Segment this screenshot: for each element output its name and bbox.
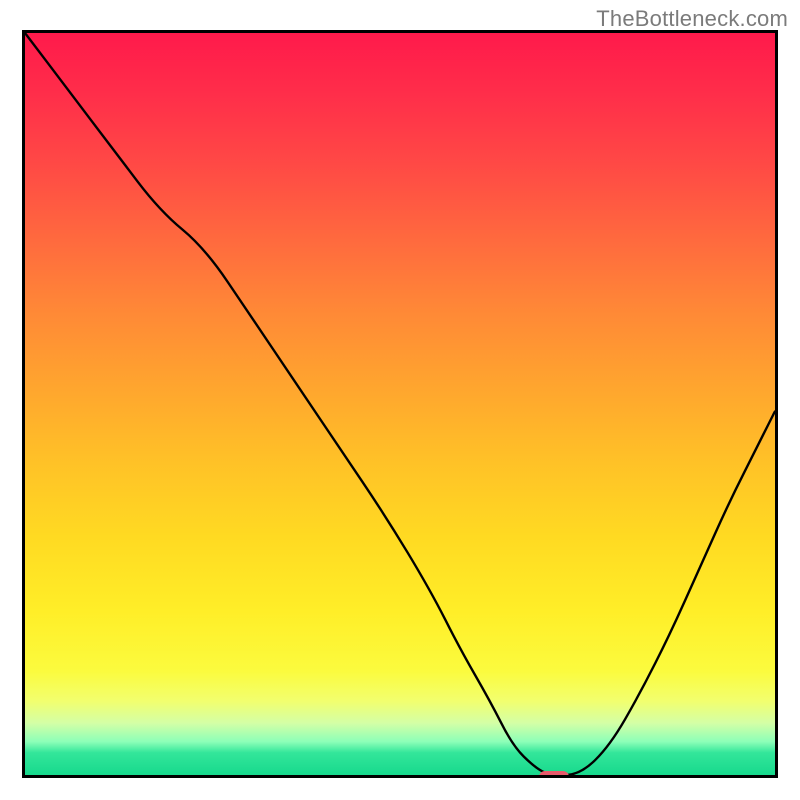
gradient-background bbox=[25, 33, 775, 775]
watermark-text: TheBottleneck.com bbox=[596, 6, 788, 32]
optimal-marker bbox=[539, 771, 569, 778]
plot-frame bbox=[22, 30, 778, 778]
chart-container: TheBottleneck.com bbox=[0, 0, 800, 800]
